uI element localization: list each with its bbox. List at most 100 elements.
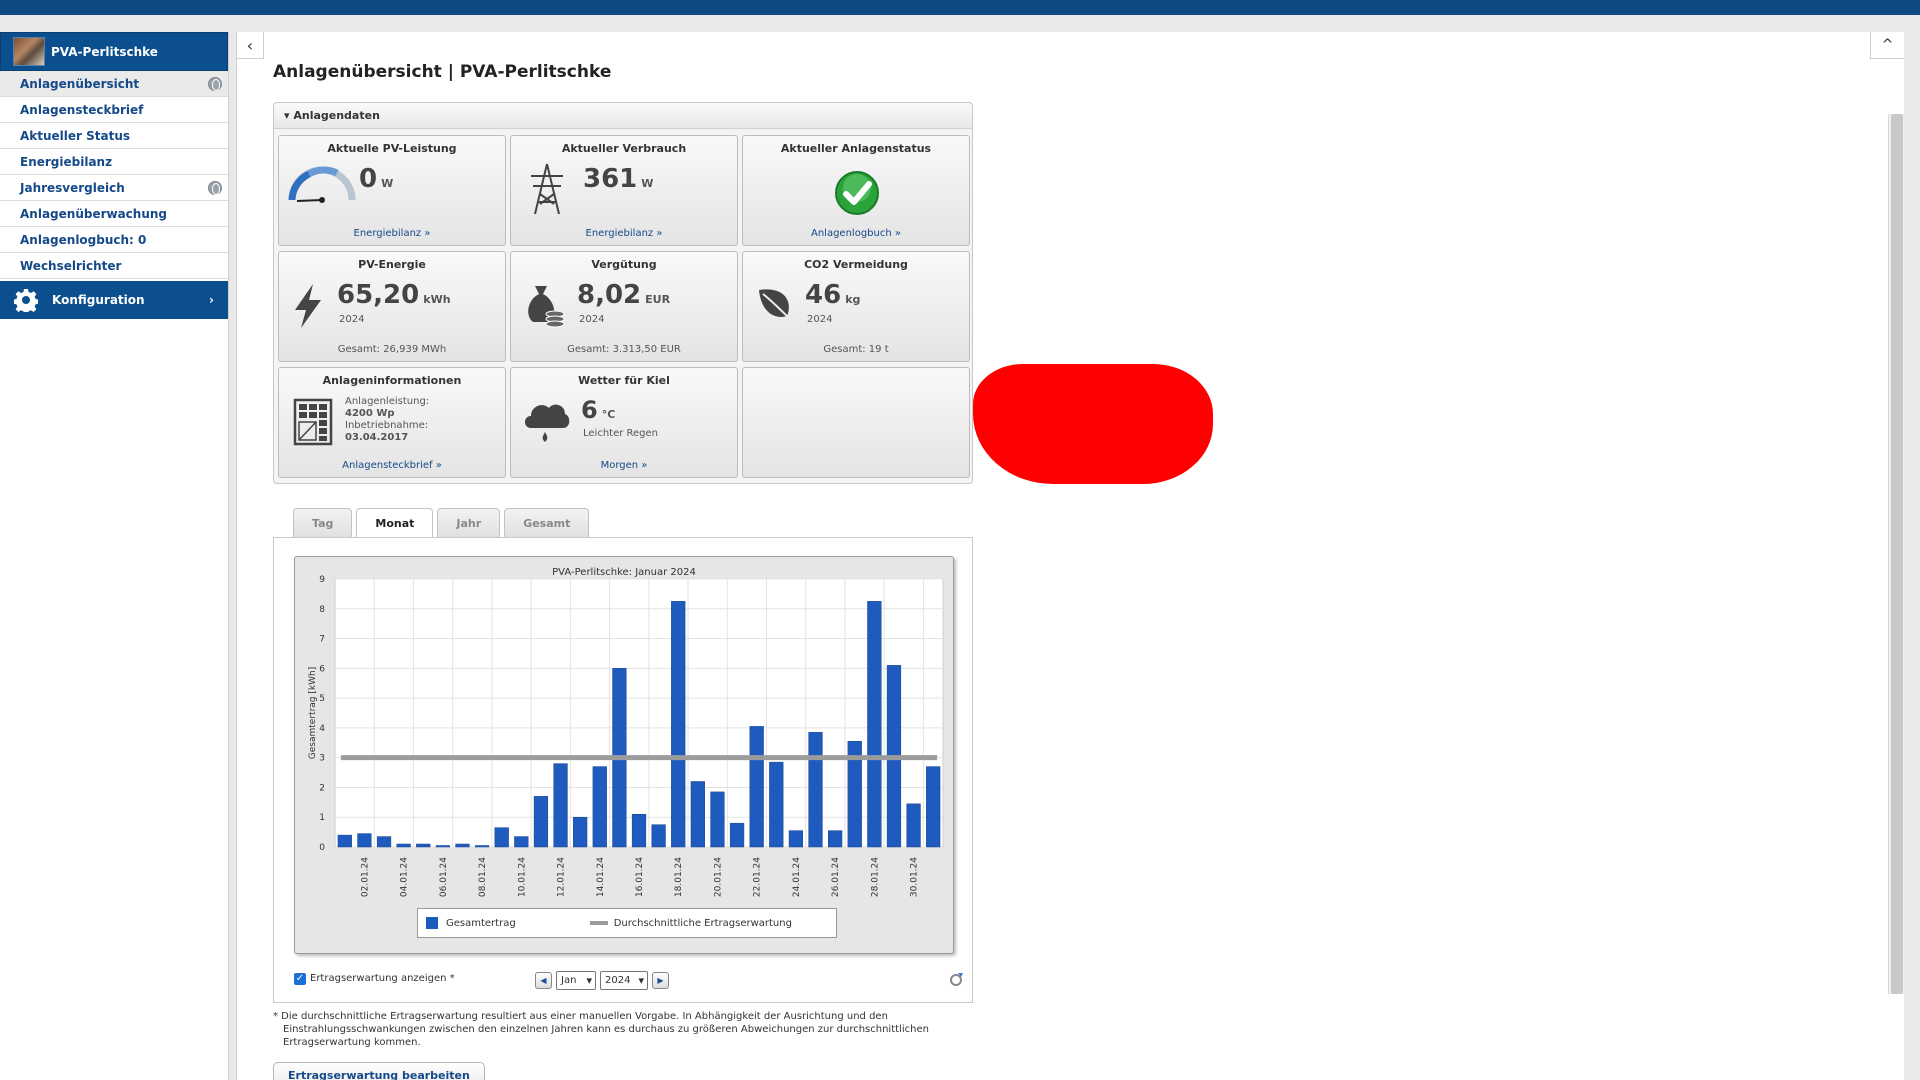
tile-title: CO2 Vermeidung bbox=[804, 258, 908, 271]
next-month-button[interactable]: ▶ bbox=[652, 972, 669, 989]
data-bar bbox=[396, 843, 411, 848]
anlagenlogbuch-link[interactable]: Anlagenlogbuch » bbox=[743, 228, 969, 239]
expectation-checkbox[interactable]: ✓ bbox=[294, 973, 306, 985]
data-bar bbox=[867, 601, 882, 848]
data-bar bbox=[749, 726, 764, 848]
panel-header[interactable]: ▾ Anlagendaten bbox=[274, 103, 972, 129]
tab-monat[interactable]: Monat bbox=[356, 508, 434, 538]
globe-icon[interactable] bbox=[208, 180, 222, 195]
data-bar bbox=[435, 845, 450, 848]
chart-controls: ✓ Ertragserwartung anzeigen * ◀ Jan 2024… bbox=[294, 971, 964, 993]
y-tick-label: 1 bbox=[319, 813, 325, 823]
x-tick-label: 16.01.24 bbox=[635, 857, 645, 897]
sidebar-item-aktueller-status[interactable]: Aktueller Status bbox=[0, 123, 228, 149]
status-ok-check-icon bbox=[835, 171, 879, 215]
tile-compensation: Vergütung 8,02 EUR 2024 Gesamt: 3.313,50 … bbox=[510, 251, 738, 362]
compensation-value-wrap: 8,02 EUR bbox=[577, 280, 670, 310]
weather-temp: 6 bbox=[581, 396, 598, 424]
scrollbar[interactable] bbox=[1888, 114, 1904, 994]
expectation-footnote: * Die durchschnittliche Ertragserwartung… bbox=[273, 1010, 953, 1049]
sidebar-plant-header[interactable]: PVA-Perlitschke bbox=[0, 32, 228, 71]
sidebar-item-jahresvergleich[interactable]: Jahresvergleich bbox=[0, 175, 228, 201]
tab-tag[interactable]: Tag bbox=[293, 508, 353, 537]
legend-label-expectation: Durchschnittliche Ertragserwartung bbox=[613, 917, 792, 929]
x-tick-label: 28.01.24 bbox=[870, 857, 880, 897]
commission-label: Inbetriebnahme: bbox=[345, 420, 429, 431]
x-tick-label: 30.01.24 bbox=[910, 857, 920, 897]
pv-power-value: 0 bbox=[359, 164, 378, 194]
data-bar bbox=[690, 781, 705, 848]
x-tick-label: 24.01.24 bbox=[792, 857, 802, 897]
refresh-icon[interactable] bbox=[948, 971, 964, 987]
compensation-unit: EUR bbox=[645, 293, 671, 306]
energiebilanz-link[interactable]: Energiebilanz » bbox=[511, 228, 737, 239]
chart-legend: Gesamtertrag Durchschnittliche Ertragser… bbox=[417, 908, 837, 938]
gear-icon bbox=[14, 289, 38, 312]
compensation-year: 2024 bbox=[579, 314, 605, 325]
tile-co2: CO2 Vermeidung 46 kg 2024 Gesamt: 19 t bbox=[742, 251, 970, 362]
y-tick-label: 6 bbox=[319, 664, 325, 674]
gauge-icon bbox=[288, 166, 356, 203]
compensation-total: Gesamt: 3.313,50 EUR bbox=[567, 344, 681, 355]
data-bar bbox=[729, 822, 745, 848]
sidebar-item-label: Jahresvergleich bbox=[20, 180, 125, 195]
co2-total: Gesamt: 19 t bbox=[823, 344, 889, 355]
legend-swatch-bar bbox=[426, 917, 438, 929]
anlagensteckbrief-link[interactable]: Anlagensteckbrief » bbox=[279, 460, 505, 471]
energiebilanz-link[interactable]: Energiebilanz » bbox=[279, 228, 505, 239]
sidebar-item-anlagensteckbrief[interactable]: Anlagensteckbrief bbox=[0, 97, 228, 123]
scrollbar-thumb[interactable] bbox=[1891, 114, 1903, 994]
scroll-top-button[interactable]: ^ bbox=[1870, 32, 1904, 59]
y-axis-label: Gesamtertrag [kWh] bbox=[308, 667, 318, 759]
sidebar-item-wechselrichter[interactable]: Wechselrichter bbox=[0, 253, 228, 279]
sidebar-item-label: Konfiguration bbox=[52, 293, 145, 307]
y-tick-label: 5 bbox=[319, 694, 325, 704]
data-bar bbox=[828, 830, 843, 848]
y-tick-label: 3 bbox=[319, 754, 325, 764]
sidebar-item-label: Aktueller Status bbox=[20, 128, 131, 143]
y-tick-label: 7 bbox=[319, 635, 325, 645]
data-bar bbox=[514, 836, 529, 848]
sidebar-item-anlagenueberwachung[interactable]: Anlagenüberwachung bbox=[0, 201, 228, 227]
x-tick-label: 26.01.24 bbox=[831, 857, 841, 897]
footnote-line-2: Einstrahlungsschwankungen zwischen den e… bbox=[283, 1024, 929, 1035]
sidebar-item-anlagenuebersicht[interactable]: Anlagenübersicht bbox=[0, 71, 228, 97]
period-tabs: Tag Monat Jahr Gesamt bbox=[293, 508, 593, 538]
tab-gesamt[interactable]: Gesamt bbox=[504, 508, 590, 537]
page-title: Anlagenübersicht | PVA-Perlitschke bbox=[273, 62, 612, 82]
x-tick-label: 06.01.24 bbox=[439, 857, 449, 897]
globe-icon[interactable] bbox=[208, 76, 222, 91]
collapse-sidebar-button[interactable]: ‹ bbox=[237, 32, 264, 59]
pv-energy-year: 2024 bbox=[339, 314, 365, 325]
plant-data-panel: ▾ Anlagendaten Aktuelle PV-Leistung 0W E… bbox=[273, 102, 973, 484]
year-select[interactable]: 2024 bbox=[600, 971, 648, 990]
x-tick-label: 18.01.24 bbox=[674, 857, 684, 897]
sidebar-item-anlagenlogbuch[interactable]: Anlagenlogbuch: 0 bbox=[0, 227, 228, 253]
y-tick-label: 8 bbox=[319, 605, 325, 615]
data-bar bbox=[376, 836, 392, 848]
y-tick-label: 9 bbox=[319, 575, 325, 585]
month-select[interactable]: Jan bbox=[556, 971, 596, 990]
co2-unit: kg bbox=[845, 293, 861, 306]
data-bar bbox=[788, 830, 804, 848]
legend-swatch-line bbox=[589, 921, 608, 925]
co2-value-wrap: 46 kg bbox=[805, 280, 860, 310]
tile-title: Aktueller Verbrauch bbox=[561, 142, 687, 155]
sidebar-item-energiebilanz[interactable]: Energiebilanz bbox=[0, 149, 228, 175]
sidebar-item-label: Wechselrichter bbox=[20, 258, 122, 273]
consumption-unit: W bbox=[641, 177, 654, 190]
prev-month-button[interactable]: ◀ bbox=[535, 972, 552, 989]
tile-consumption: Aktueller Verbrauch 361 W Energiebilanz » bbox=[510, 135, 738, 246]
data-bar bbox=[671, 601, 686, 848]
data-bar bbox=[474, 845, 490, 848]
plant-photo-icon bbox=[13, 37, 45, 66]
edit-expectation-button[interactable]: Ertragserwartung bearbeiten bbox=[273, 1062, 485, 1080]
tile-title: PV-Energie bbox=[358, 258, 426, 271]
weather-unit: °C bbox=[601, 408, 616, 421]
commission-value: 03.04.2017 bbox=[345, 432, 409, 443]
x-tick-label: 20.01.24 bbox=[713, 857, 723, 897]
morgen-link[interactable]: Morgen » bbox=[511, 460, 737, 471]
tile-pv-power: Aktuelle PV-Leistung 0W Energiebilanz » bbox=[278, 135, 506, 246]
sidebar-item-konfiguration[interactable]: Konfiguration › bbox=[0, 281, 228, 319]
tab-jahr[interactable]: Jahr bbox=[437, 508, 501, 537]
